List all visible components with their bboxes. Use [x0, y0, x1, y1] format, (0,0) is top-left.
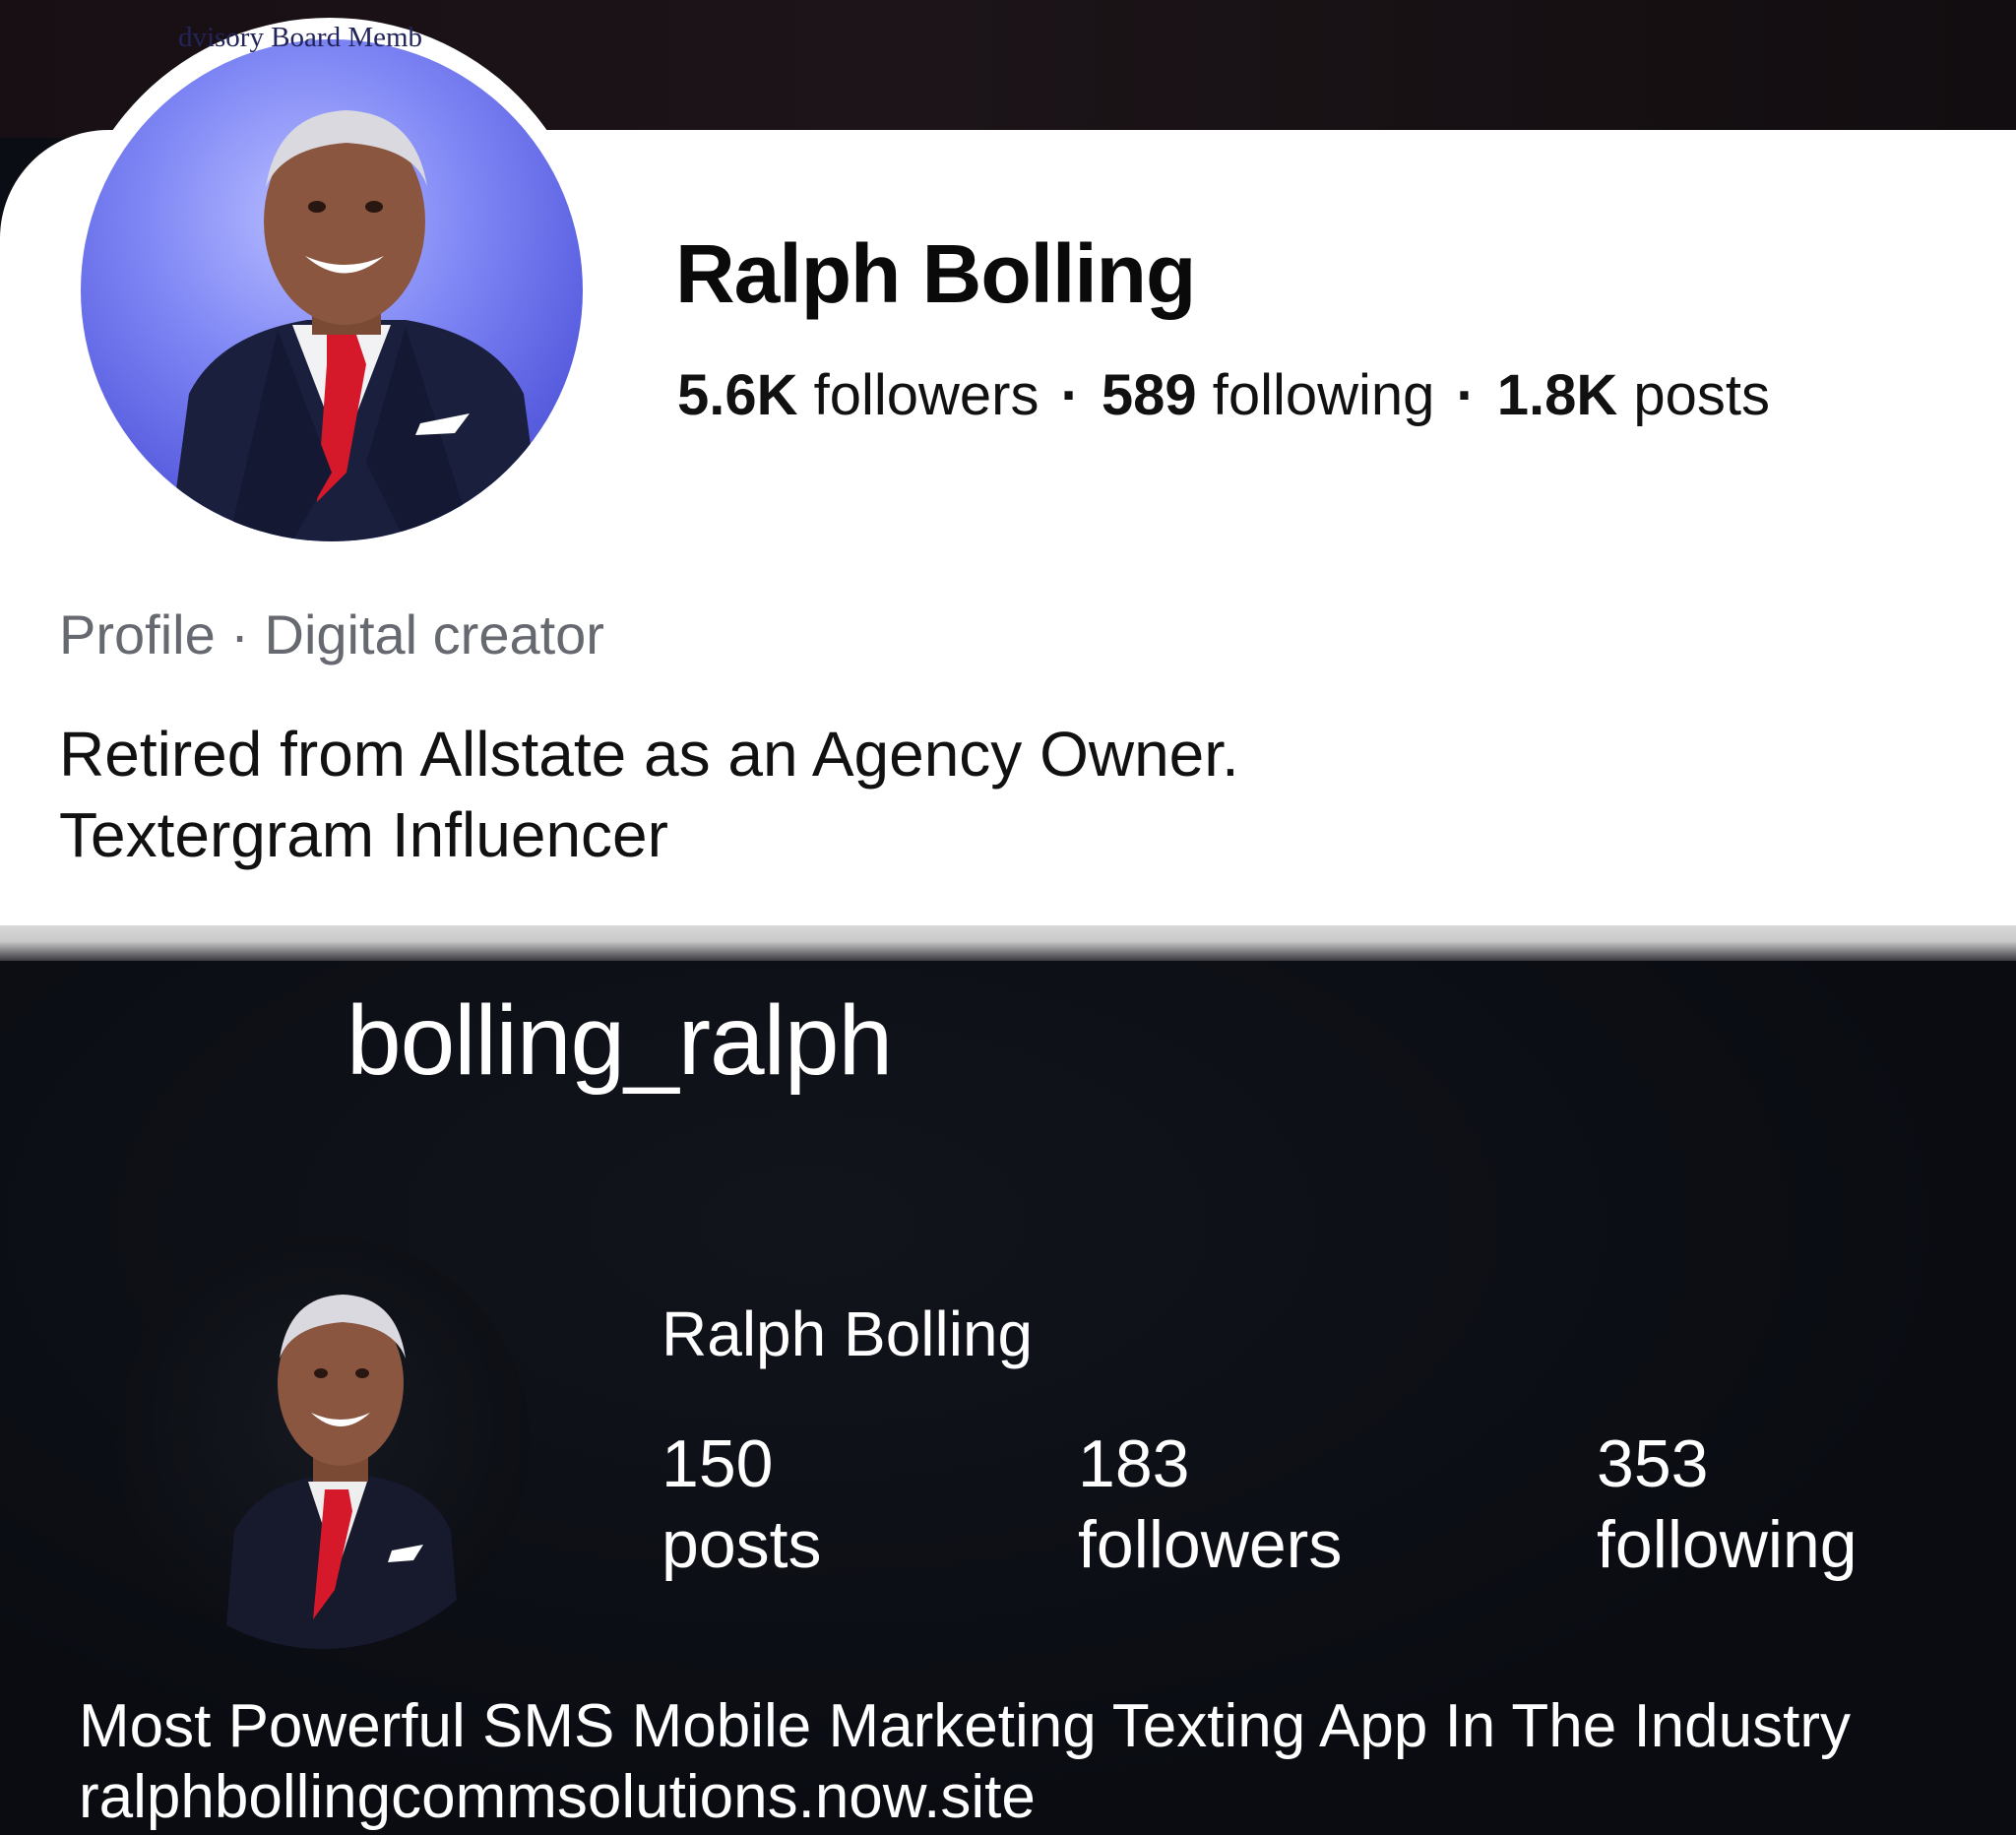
stat-posts[interactable]: 150 posts	[662, 1424, 822, 1585]
stat-separator: ·	[1456, 363, 1476, 427]
instagram-bio: Most Powerful SMS Mobile Marketing Texti…	[79, 1691, 1851, 1833]
stat-label: posts	[662, 1507, 822, 1582]
bio-link[interactable]: ralphbollingcommsolutions.now.site	[79, 1762, 1851, 1833]
facebook-profile-name[interactable]: Ralph Bolling	[675, 226, 1196, 322]
instagram-avatar[interactable]	[116, 1235, 530, 1649]
stat-separator: ·	[1060, 363, 1080, 427]
facebook-avatar[interactable]	[81, 39, 583, 541]
facebook-stats: 5.6K followers · 589 following · 1.8K posts	[677, 362, 1770, 428]
posts-count[interactable]: 1.8K	[1497, 363, 1618, 427]
followers-count[interactable]: 5.6K	[677, 363, 798, 427]
following-count[interactable]: 589	[1102, 363, 1197, 427]
stat-count: 150	[662, 1426, 774, 1501]
avatar-caption: dvisory Board Memb	[177, 22, 423, 53]
stat-count: 183	[1078, 1426, 1190, 1501]
bio-line: Textergram Influencer	[59, 799, 668, 870]
person-portrait-icon	[224, 1295, 461, 1649]
person-portrait-icon	[169, 110, 543, 541]
stat-count: 353	[1597, 1426, 1709, 1501]
instagram-username[interactable]: bolling_ralph	[346, 984, 893, 1098]
followers-label[interactable]: followers	[814, 363, 1040, 427]
posts-label[interactable]: posts	[1633, 363, 1770, 427]
instagram-display-name: Ralph Bolling	[662, 1298, 1034, 1369]
stat-label: following	[1597, 1507, 1858, 1582]
section-divider	[0, 925, 2016, 961]
stat-following[interactable]: 353 following	[1597, 1424, 1858, 1585]
profile-category: Profile · Digital creator	[59, 603, 604, 665]
bio-line: Most Powerful SMS Mobile Marketing Texti…	[79, 1692, 1851, 1760]
stat-label: followers	[1078, 1507, 1343, 1582]
following-label[interactable]: following	[1213, 363, 1435, 427]
facebook-bio: Retired from Allstate as an Agency Owner…	[59, 714, 1239, 875]
stat-followers[interactable]: 183 followers	[1078, 1424, 1342, 1585]
bio-line: Retired from Allstate as an Agency Owner…	[59, 719, 1239, 790]
